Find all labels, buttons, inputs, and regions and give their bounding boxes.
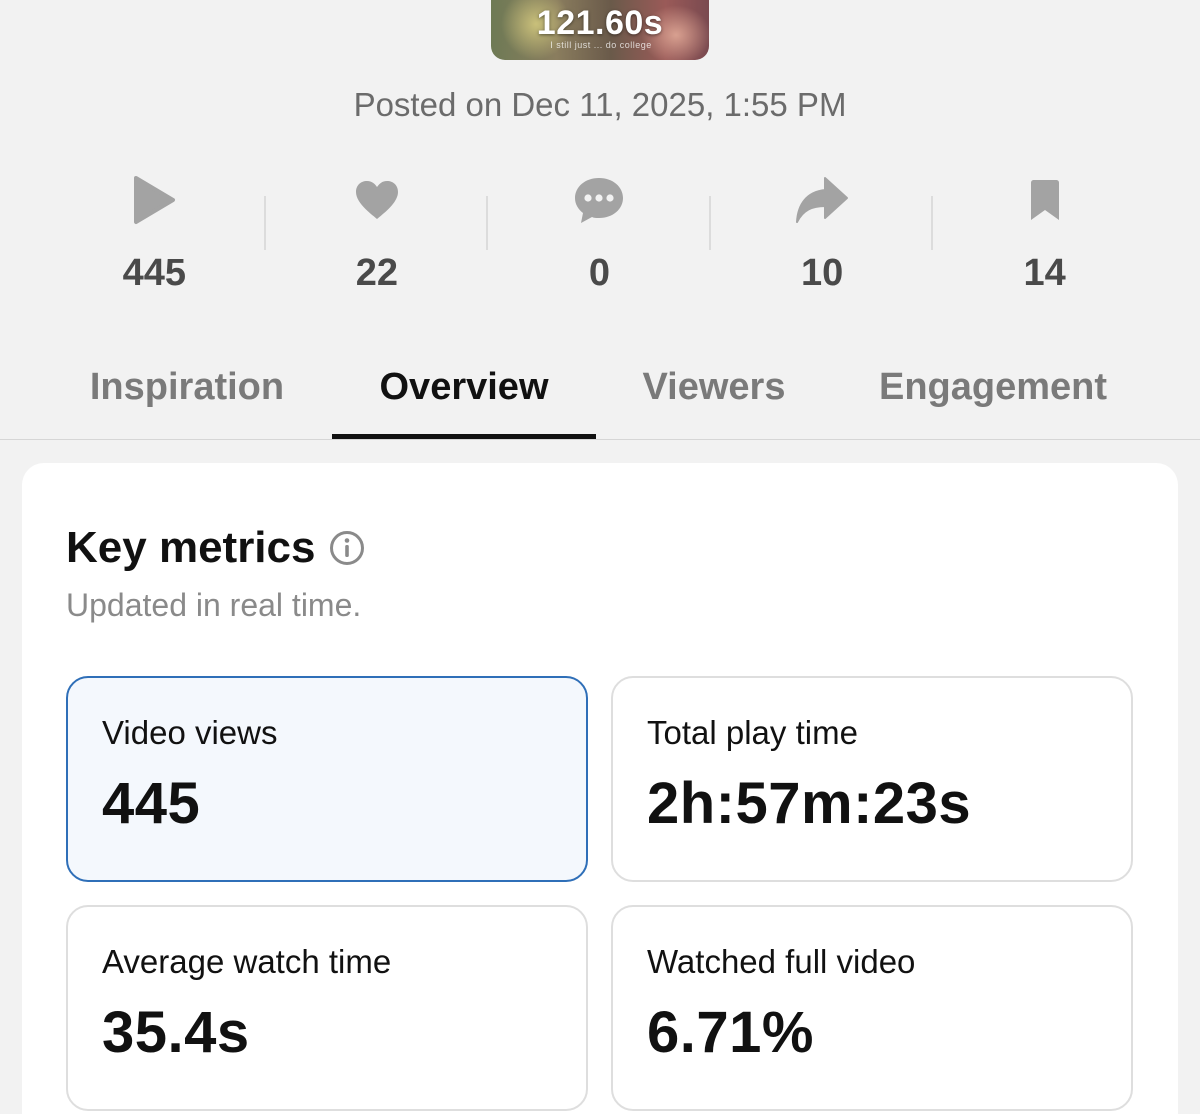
tab-overview[interactable]: Overview	[332, 358, 596, 440]
stat-value: 0	[588, 252, 611, 294]
metric-label: Watched full video	[647, 943, 916, 980]
metric-value: 6.71%	[647, 1000, 814, 1065]
stat-views: 445	[43, 168, 266, 298]
metric-value: 35.4s	[102, 1000, 250, 1065]
metric-value: 2h:57m:23s	[647, 771, 972, 836]
stat-saves: 14	[933, 168, 1156, 298]
metric-watched-full-video[interactable]: Watched full video 6.71%	[611, 905, 1133, 1111]
stats-row: 445 22 0 10 14	[43, 168, 1156, 298]
stat-comments: 0	[488, 168, 711, 298]
stat-value: 10	[800, 252, 844, 294]
metric-label: Video views	[102, 714, 278, 751]
metric-total-play-time[interactable]: Total play time 2h:57m:23s	[611, 676, 1133, 882]
heart-icon	[266, 168, 489, 232]
tab-viewers[interactable]: Viewers	[620, 358, 808, 440]
analytics-tabs: Inspiration Overview Viewers Engagement	[0, 358, 1200, 440]
metric-video-views[interactable]: Video views 445	[66, 676, 588, 882]
video-thumbnail[interactable]: I still just ... do college 121.60s	[491, 0, 709, 60]
video-duration: 121.60s	[536, 4, 664, 42]
stat-value: 14	[1023, 252, 1066, 294]
stat-value: 445	[122, 252, 186, 294]
metric-value: 445	[102, 771, 201, 836]
video-analytics-page: I still just ... do college 121.60s Post…	[0, 0, 1200, 1114]
divider	[0, 439, 1200, 440]
metric-average-watch-time[interactable]: Average watch time 35.4s	[66, 905, 588, 1111]
key-metrics-title: Key metrics	[66, 523, 316, 572]
info-icon[interactable]	[329, 530, 365, 566]
tab-inspiration[interactable]: Inspiration	[64, 358, 310, 440]
share-icon	[711, 168, 934, 232]
posted-date: Posted on Dec 11, 2025, 1:55 PM	[353, 86, 847, 123]
metric-label: Average watch time	[102, 943, 392, 980]
key-metrics-subtitle: Updated in real time.	[66, 587, 362, 623]
comment-icon	[488, 168, 711, 232]
stat-likes: 22	[266, 168, 489, 298]
key-metrics-card: Key metrics Updated in real time. Video …	[22, 463, 1178, 1114]
metric-label: Total play time	[647, 714, 858, 751]
bookmark-icon	[933, 168, 1156, 232]
play-icon	[43, 168, 266, 232]
stat-shares: 10	[711, 168, 934, 298]
stat-value: 22	[355, 252, 399, 294]
key-metrics-heading: Key metrics	[66, 523, 365, 573]
tab-engagement[interactable]: Engagement	[850, 358, 1136, 440]
